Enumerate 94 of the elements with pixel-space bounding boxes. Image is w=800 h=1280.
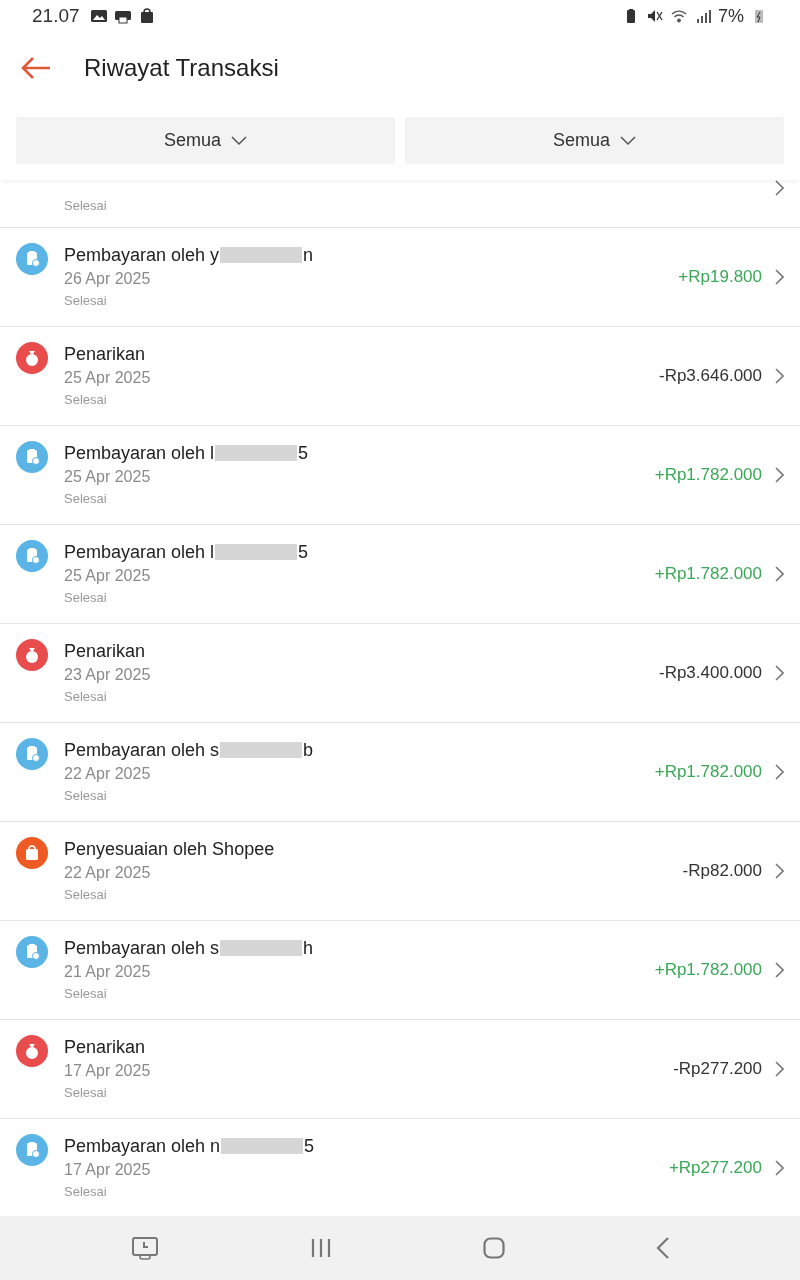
- back-arrow-icon: [20, 56, 52, 80]
- transaction-row[interactable]: Pembayaran oleh l 5 25 Apr 2025 Selesai +Rp1.782.000: [0, 525, 800, 624]
- image-icon: [89, 8, 108, 24]
- transaction-title-end: n: [303, 244, 314, 266]
- recent-apps-icon: [309, 1237, 332, 1259]
- transaction-amount: +Rp1.782.000: [654, 959, 762, 980]
- transaction-amount: -Rp82.000: [682, 860, 762, 881]
- transaction-amount: +Rp1.782.000: [654, 464, 762, 485]
- transaction-amount: +Rp277.200: [668, 1157, 762, 1178]
- clipboard-icon: [16, 936, 48, 968]
- transaction-status: Selesai: [64, 689, 108, 704]
- transaction-title: Pembayaran oleh s: [64, 739, 220, 761]
- clipboard-icon: [16, 738, 48, 770]
- transaction-amount: +Rp19.800: [678, 266, 762, 287]
- money-bag-icon: [16, 639, 48, 671]
- transaction-row[interactable]: Penarikan 23 Apr 2025 Selesai -Rp3.400.000: [0, 624, 800, 723]
- transaction-status: Selesai: [64, 887, 108, 902]
- chevron-right-icon: [774, 180, 784, 196]
- chevron-right-icon: [774, 763, 784, 780]
- chevron-right-icon: [774, 664, 784, 681]
- page-title: Riwayat Transaksi: [84, 54, 279, 82]
- transaction-status: Selesai: [64, 198, 108, 213]
- transaction-amount: +Rp1.782.000: [654, 761, 762, 782]
- transaction-date: 21 Apr 2025: [64, 963, 152, 981]
- chevron-left-icon: [655, 1237, 670, 1259]
- clipboard-icon: [16, 243, 48, 275]
- transaction-row[interactable]: Pembayaran oleh y n 26 Apr 2025 Selesai +Rp19.800: [0, 228, 800, 327]
- transaction-row[interactable]: Penyesuaian oleh Shopee 22 Apr 2025 Selesai -Rp82.000: [0, 822, 800, 921]
- transaction-row[interactable]: Pembayaran oleh l 5 25 Apr 2025 Selesai +Rp1.782.000: [0, 426, 800, 525]
- caret-icon: [231, 135, 247, 146]
- transaction-title-end: 5: [298, 541, 309, 563]
- transaction-status: Selesai: [64, 491, 108, 506]
- clipboard-icon: [16, 540, 48, 572]
- transaction-amount: -Rp3.646.000: [658, 365, 762, 386]
- shopping-bag-icon: [16, 837, 48, 869]
- clipboard-icon: [16, 1134, 48, 1166]
- transaction-title-end: 5: [304, 1135, 315, 1157]
- transaction-status: Selesai: [64, 293, 108, 308]
- transaction-row[interactable]: Penarikan 17 Apr 2025 Selesai -Rp277.200: [0, 1020, 800, 1119]
- chevron-right-icon: [774, 1159, 784, 1176]
- caret-icon: [620, 135, 636, 146]
- transaction-status: Selesai: [64, 986, 108, 1001]
- transaction-title: Pembayaran oleh s: [64, 937, 220, 959]
- transaction-date: 17 Apr 2025: [64, 1062, 152, 1080]
- transaction-status: Selesai: [64, 590, 108, 605]
- transaction-title-end: h: [303, 937, 314, 959]
- transaction-date: 22 Apr 2025: [64, 765, 152, 783]
- money-bag-icon: [16, 1035, 48, 1067]
- transaction-title: Pembayaran oleh y: [64, 244, 220, 266]
- transaction-date: 25 Apr 2025: [64, 567, 152, 585]
- signal-icon: [694, 8, 712, 24]
- transaction-date: 22 Apr 2025: [64, 864, 152, 882]
- transaction-title-end: 5: [298, 442, 309, 464]
- chevron-right-icon: [774, 1060, 784, 1077]
- monitor-clock-icon: [130, 1236, 159, 1260]
- transaction-status: Selesai: [64, 392, 108, 407]
- printer-icon: [113, 8, 132, 24]
- transaction-row[interactable]: Pembayaran oleh s b 22 Apr 2025 Selesai +Rp1.782.000: [0, 723, 800, 822]
- transaction-title: Penarikan: [64, 1036, 146, 1058]
- chevron-right-icon: [774, 961, 784, 978]
- transaction-row[interactable]: Pembayaran oleh s h 21 Apr 2025 Selesai +Rp1.782.000: [0, 921, 800, 1020]
- transaction-date: 25 Apr 2025: [64, 468, 152, 486]
- chevron-right-icon: [774, 862, 784, 879]
- transaction-amount: +Rp1.782.000: [654, 563, 762, 584]
- transaction-status: Selesai: [64, 1085, 108, 1100]
- transaction-date: 26 Apr 2025: [64, 270, 152, 288]
- money-bag-icon: [16, 342, 48, 374]
- clipboard-icon: [16, 441, 48, 473]
- chevron-right-icon: [774, 367, 784, 384]
- transaction-title: Penyesuaian oleh Shopee: [64, 838, 275, 860]
- transaction-title: Pembayaran oleh l: [64, 442, 215, 464]
- transaction-amount: -Rp277.200: [673, 1058, 762, 1079]
- transaction-title: Pembayaran oleh l: [64, 541, 215, 563]
- status-time: 21.07: [32, 5, 80, 27]
- transaction-date: 17 Apr 2025: [64, 1161, 152, 1179]
- transaction-date: 23 Apr 2025: [64, 666, 152, 684]
- chevron-right-icon: [774, 268, 784, 285]
- transaction-row[interactable]: Penarikan 25 Apr 2025 Selesai -Rp3.646.000: [0, 327, 800, 426]
- transaction-title: Penarikan: [64, 640, 146, 662]
- filter-dropdown[interactable]: Semua: [16, 117, 395, 164]
- filter-dropdown[interactable]: Semua: [405, 117, 784, 164]
- transaction-date: 25 Apr 2025: [64, 369, 152, 387]
- chevron-right-icon: [774, 565, 784, 582]
- transaction-title: Pembayaran oleh n: [64, 1135, 221, 1157]
- wifi-icon: [670, 8, 688, 24]
- transaction-amount: -Rp3.400.000: [658, 662, 762, 683]
- transaction-status: Selesai: [64, 1184, 108, 1199]
- chevron-right-icon: [774, 466, 784, 483]
- mute-icon: [646, 8, 664, 24]
- battery-level: 7%: [718, 5, 744, 27]
- transaction-status: Selesai: [64, 788, 108, 803]
- transaction-title-end: b: [303, 739, 314, 761]
- home-icon: [482, 1237, 505, 1259]
- transaction-title: Penarikan: [64, 343, 146, 365]
